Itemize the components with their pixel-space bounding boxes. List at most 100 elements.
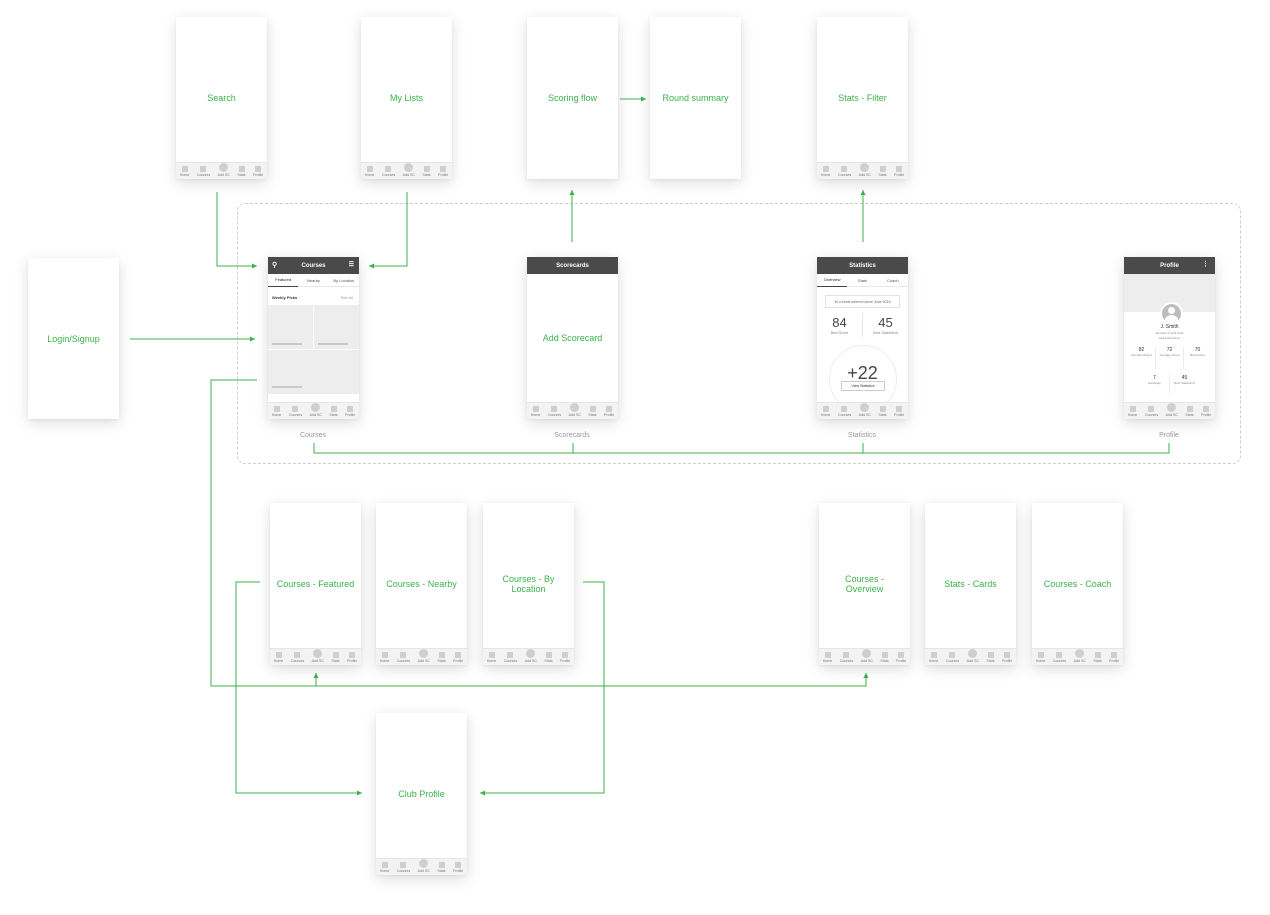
tab-courses[interactable]: Courses [1145,406,1158,417]
tab-courses[interactable]: Courses [838,166,851,177]
tab-add[interactable]: Add SC [569,403,581,417]
tab-add[interactable]: Add SC [418,859,430,873]
tab-add[interactable]: Add SC [312,649,324,663]
tab-add[interactable]: Add SC [418,649,430,663]
tab-stats[interactable]: Stats [847,278,877,283]
tab-home[interactable]: Home [929,652,938,663]
tab-add[interactable]: Add SC [525,649,537,663]
tab-profile[interactable]: Profile [896,652,906,663]
more-vertical-icon[interactable]: ⋮ [1202,260,1209,268]
tab-home[interactable]: Home [821,166,830,177]
tab-courses[interactable]: Courses [946,652,959,663]
list-icon[interactable]: ☰ [349,261,354,268]
tab-profile[interactable]: Profile [453,652,463,663]
tab-stats[interactable]: Stats [329,406,338,417]
tab-profile[interactable]: Profile [894,406,904,417]
see-all-link[interactable]: See all [341,295,353,300]
tab-stats[interactable]: Stats [1093,652,1102,663]
tab-profile[interactable]: Profile [1109,652,1119,663]
tab-home[interactable]: Home [821,406,830,417]
course-card[interactable] [314,305,359,349]
tab-stats[interactable]: Stats [878,406,887,417]
tab-add[interactable]: Add SC [859,163,871,177]
stats-cards-screen[interactable]: Stats - Cards Home Courses Add SC Stats Prof… [925,503,1016,665]
tab-add[interactable]: Add SC [403,163,415,177]
tab-courses[interactable]: Courses [291,652,304,663]
my-lists-screen[interactable]: My Lists Home Courses Add SC Stats Profile [361,17,452,179]
tab-profile[interactable]: Profile [438,166,448,177]
tab-stats[interactable]: Stats [880,652,889,663]
avatar[interactable] [1160,302,1183,325]
tab-home[interactable]: Home [487,652,496,663]
login-signup-screen[interactable]: Login/Signup [28,258,119,419]
tab-stats[interactable]: Stats [331,652,340,663]
courses-coach-screen[interactable]: Courses - Coach Home Courses Add SC Stats Pr… [1032,503,1123,665]
tab-courses[interactable]: Courses [397,652,410,663]
tab-profile[interactable]: Profile [1201,406,1211,417]
tab-courses[interactable]: Courses [397,862,410,873]
tab-add[interactable]: Add SC [967,649,979,663]
tab-courses[interactable]: Courses [548,406,561,417]
scoring-flow-screen[interactable]: Scoring flow [527,17,618,179]
tab-home[interactable]: Home [180,166,189,177]
tab-stats[interactable]: Stats [437,652,446,663]
statistics-screen[interactable]: Statistics Overview Stats Coach 40 round… [817,257,908,419]
course-card[interactable] [268,305,313,349]
tab-courses[interactable]: Courses [838,406,851,417]
tab-stats[interactable]: Stats [878,166,887,177]
tab-stats[interactable]: Stats [237,166,246,177]
tab-courses[interactable]: Courses [1053,652,1066,663]
scorecards-screen[interactable]: Scorecards Add Scorecard Home Courses Add … [527,257,618,419]
tab-home[interactable]: Home [272,406,281,417]
tab-profile[interactable]: Profile [604,406,614,417]
tab-profile[interactable]: Profile [894,166,904,177]
courses-nearby-screen[interactable]: Courses - Nearby Home Courses Add SC Stats P… [376,503,467,665]
tab-featured[interactable]: Featured [268,274,299,287]
tab-home[interactable]: Home [1036,652,1045,663]
tab-profile[interactable]: Profile [253,166,263,177]
search-screen[interactable]: Search Home Courses Add SC Stats Profile [176,17,267,179]
tab-profile[interactable]: Profile [1002,652,1012,663]
stats-filter-screen[interactable]: Stats - Filter Home Courses Add SC Stats Pro… [817,17,908,179]
profile-screen[interactable]: Profile ⋮ J. Smith Member of Golf Club G… [1124,257,1215,419]
tab-stats[interactable]: Stats [1185,406,1194,417]
profile-club-link[interactable]: Golf Club Name [1124,336,1215,340]
courses-overview-screen[interactable]: Courses - Overview Home Courses Add SC Stat… [819,503,910,665]
add-scorecard-button[interactable]: Add Scorecard [533,333,612,343]
tab-courses[interactable]: Courses [382,166,395,177]
round-summary-screen[interactable]: Round summary [650,17,741,179]
tab-home[interactable]: Home [274,652,283,663]
courses-screen[interactable]: ⚲ Courses ☰ Featured Nearby By Location … [268,257,359,419]
tab-home[interactable]: Home [365,166,374,177]
tab-courses[interactable]: Courses [289,406,302,417]
tab-overview[interactable]: Overview [817,274,848,287]
tab-profile[interactable]: Profile [345,406,355,417]
view-statistics-button[interactable]: View Statistics [841,381,885,391]
tab-add[interactable]: Add SC [1166,403,1178,417]
tab-nearby[interactable]: Nearby [298,278,328,283]
search-icon[interactable]: ⚲ [272,261,277,269]
tab-stats[interactable]: Stats [422,166,431,177]
tab-add[interactable]: Add SC [859,403,871,417]
courses-by-location-screen[interactable]: Courses - By Location Home Courses Add SC S… [483,503,574,665]
tab-coach[interactable]: Coach [878,278,908,283]
tab-profile[interactable]: Profile [560,652,570,663]
tab-add[interactable]: Add SC [218,163,230,177]
course-card[interactable] [268,350,359,394]
tab-home[interactable]: Home [531,406,540,417]
tab-stats[interactable]: Stats [544,652,553,663]
tab-profile[interactable]: Profile [453,862,463,873]
tab-stats[interactable]: Stats [588,406,597,417]
tab-home[interactable]: Home [1128,406,1137,417]
courses-featured-screen[interactable]: Courses - Featured Home Courses Add SC Stat… [270,503,361,665]
tab-add[interactable]: Add SC [1074,649,1086,663]
tab-stats[interactable]: Stats [437,862,446,873]
tab-profile[interactable]: Profile [347,652,357,663]
tab-courses[interactable]: Courses [840,652,853,663]
tab-home[interactable]: Home [823,652,832,663]
tab-courses[interactable]: Courses [197,166,210,177]
tab-home[interactable]: Home [380,862,389,873]
tab-by-location[interactable]: By Location [329,278,359,283]
tab-add[interactable]: Add SC [310,403,322,417]
club-profile-screen[interactable]: Club Profile Home Courses Add SC Stats Profi… [376,713,467,875]
